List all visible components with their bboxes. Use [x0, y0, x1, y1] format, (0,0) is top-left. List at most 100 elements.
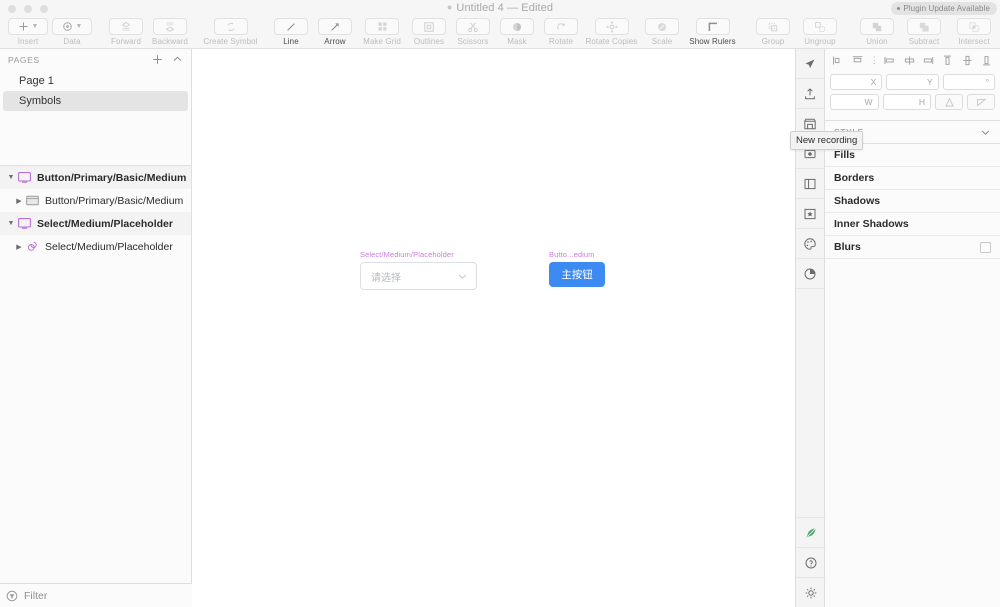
align-middle-icon[interactable]	[960, 53, 975, 68]
distribute-menu-icon[interactable]: ⋮	[870, 56, 879, 65]
toolbar-rotate-copies-button[interactable]: Rotate Copies	[583, 17, 640, 46]
chart-icon[interactable]	[796, 259, 824, 289]
flip-horizontal-button[interactable]	[935, 94, 963, 110]
settings-icon[interactable]	[796, 577, 825, 607]
toolbar-insert-button[interactable]: ▼ Insert	[6, 17, 50, 46]
artboard-label[interactable]: Select/Medium/Placeholder	[360, 250, 477, 259]
layer-row[interactable]: ▶ Button/Primary/Basic/Medium	[0, 189, 191, 212]
disclosure-triangle-icon[interactable]: ▶	[14, 197, 24, 205]
align-center-icon[interactable]	[902, 53, 917, 68]
toolbar-line-button[interactable]: Line	[269, 17, 313, 46]
insert-icon-box[interactable]: ▼	[8, 18, 48, 35]
favorites-icon[interactable]	[796, 199, 824, 229]
outlines-icon-box[interactable]	[412, 18, 446, 35]
layer-row[interactable]: ▶ Select/Medium/Placeholder	[0, 235, 191, 258]
toolbar-arrow-button[interactable]: Arrow	[313, 17, 357, 46]
artboard-label[interactable]: Butto...edium	[549, 250, 605, 259]
mask-icon-box[interactable]	[500, 18, 534, 35]
borders-section[interactable]: Borders	[825, 167, 1000, 190]
toolbar-outlines-button[interactable]: Outlines	[407, 17, 451, 46]
align-bottom-icon[interactable]	[979, 53, 994, 68]
layer-row[interactable]: ▼ Button/Primary/Basic/Medium	[0, 166, 191, 189]
group-icon-box[interactable]	[756, 18, 790, 35]
add-page-button[interactable]	[152, 54, 163, 67]
height-input[interactable]: H	[882, 94, 931, 110]
toolbar-show-rulers-button[interactable]: Show Rulers	[684, 17, 741, 46]
create-symbol-icon-box[interactable]	[213, 18, 248, 35]
feather-icon[interactable]	[796, 517, 825, 547]
arrow-icon-box[interactable]	[318, 18, 352, 35]
align-left-edge-icon[interactable]	[882, 53, 897, 68]
toolbar-data-button[interactable]: ▼ Data	[50, 17, 94, 46]
badge-dot-icon	[897, 6, 901, 10]
disclosure-triangle-icon[interactable]: ▼	[6, 220, 16, 227]
intersect-icon-box[interactable]	[957, 18, 991, 35]
toolbar-union-button[interactable]: Union	[855, 17, 899, 46]
toolbar-subtract-button[interactable]: Subtract	[899, 17, 949, 46]
rotate-icon-box[interactable]	[544, 18, 578, 35]
collapse-pages-button[interactable]	[172, 54, 183, 67]
artboard-button[interactable]: Butto...edium 主按钮	[549, 250, 605, 287]
help-icon[interactable]	[796, 547, 825, 577]
line-icon-box[interactable]	[274, 18, 308, 35]
flip-vertical-button[interactable]	[967, 94, 995, 110]
width-input[interactable]: W	[830, 94, 879, 110]
design-canvas[interactable]: Select/Medium/Placeholder 请选择 Butto...ed…	[192, 49, 795, 607]
artboard-select[interactable]: Select/Medium/Placeholder 请选择	[360, 250, 477, 290]
toolbar-create-symbol-button[interactable]: Create Symbol	[202, 17, 259, 46]
toolbar-backward-button[interactable]: Backward	[148, 17, 192, 46]
scale-icon-box[interactable]	[645, 18, 679, 35]
y-input[interactable]: Y	[886, 74, 939, 90]
chevron-down-icon: ▼	[31, 23, 39, 30]
forward-icon-box[interactable]	[109, 18, 143, 35]
mask-icon	[513, 22, 521, 31]
primary-button[interactable]: 主按钮	[549, 262, 605, 287]
toolbar-ungroup-button[interactable]: Ungroup	[795, 17, 845, 46]
toolbar-rotate-button[interactable]: Rotate	[539, 17, 583, 46]
select-control[interactable]: 请选择	[360, 262, 477, 290]
toolbar-intersect-button[interactable]: Intersect	[949, 17, 999, 46]
align-left-icon[interactable]	[831, 53, 846, 68]
align-right-edge-icon[interactable]	[921, 53, 936, 68]
disclosure-triangle-icon[interactable]: ▶	[14, 243, 24, 251]
scissors-icon-box[interactable]	[456, 18, 490, 35]
blurs-label: Blurs	[834, 241, 861, 253]
flip-vertical-icon	[976, 98, 986, 107]
backward-icon-box[interactable]	[153, 18, 187, 35]
page-list-item-selected[interactable]: Symbols	[3, 91, 188, 111]
make-grid-icon-box[interactable]	[365, 18, 399, 35]
toolbar-group-button[interactable]: Group	[751, 17, 795, 46]
disclosure-triangle-icon[interactable]: ▼	[6, 174, 16, 181]
inner-shadows-section[interactable]: Inner Shadows	[825, 213, 1000, 236]
plugin-update-badge[interactable]: Plugin Update Available	[891, 2, 997, 15]
align-center-horizontal-icon[interactable]	[850, 53, 865, 68]
toolbar-mask-button[interactable]: Mask	[495, 17, 539, 46]
export-icon[interactable]	[796, 79, 824, 109]
rotation-input[interactable]: °	[942, 74, 995, 90]
show-rulers-icon-box[interactable]	[695, 18, 730, 35]
x-input[interactable]: X	[830, 74, 883, 90]
palette-icon[interactable]	[796, 229, 824, 259]
toolbar-forward-button[interactable]: Forward	[104, 17, 148, 46]
toolbar-label: Mask	[507, 37, 527, 46]
page-list-item[interactable]: Page 1	[3, 71, 188, 91]
layer-filter-bar[interactable]: Filter	[0, 583, 192, 607]
toolbar-make-grid-button[interactable]: Make Grid	[357, 17, 407, 46]
toolbar-scissors-button[interactable]: Scissors	[451, 17, 495, 46]
data-icon-box[interactable]: ▼	[52, 18, 92, 35]
rotate-copies-icon-box[interactable]	[594, 18, 629, 35]
symbol-icon	[25, 241, 40, 253]
layer-row[interactable]: ▼ Select/Medium/Placeholder	[0, 212, 191, 235]
layout-icon[interactable]	[796, 169, 824, 199]
ungroup-icon-box[interactable]	[803, 18, 837, 35]
arrow-icon	[331, 22, 339, 31]
shadows-section[interactable]: Shadows	[825, 190, 1000, 213]
cursor-icon[interactable]	[796, 49, 824, 79]
union-icon-box[interactable]	[860, 18, 894, 35]
subtract-icon-box[interactable]	[907, 18, 941, 35]
blurs-checkbox[interactable]	[980, 241, 991, 253]
toolbar-scale-button[interactable]: Scale	[640, 17, 684, 46]
chevron-down-icon[interactable]	[980, 127, 991, 138]
blurs-section[interactable]: Blurs	[825, 236, 1000, 259]
align-top-icon[interactable]	[940, 53, 955, 68]
